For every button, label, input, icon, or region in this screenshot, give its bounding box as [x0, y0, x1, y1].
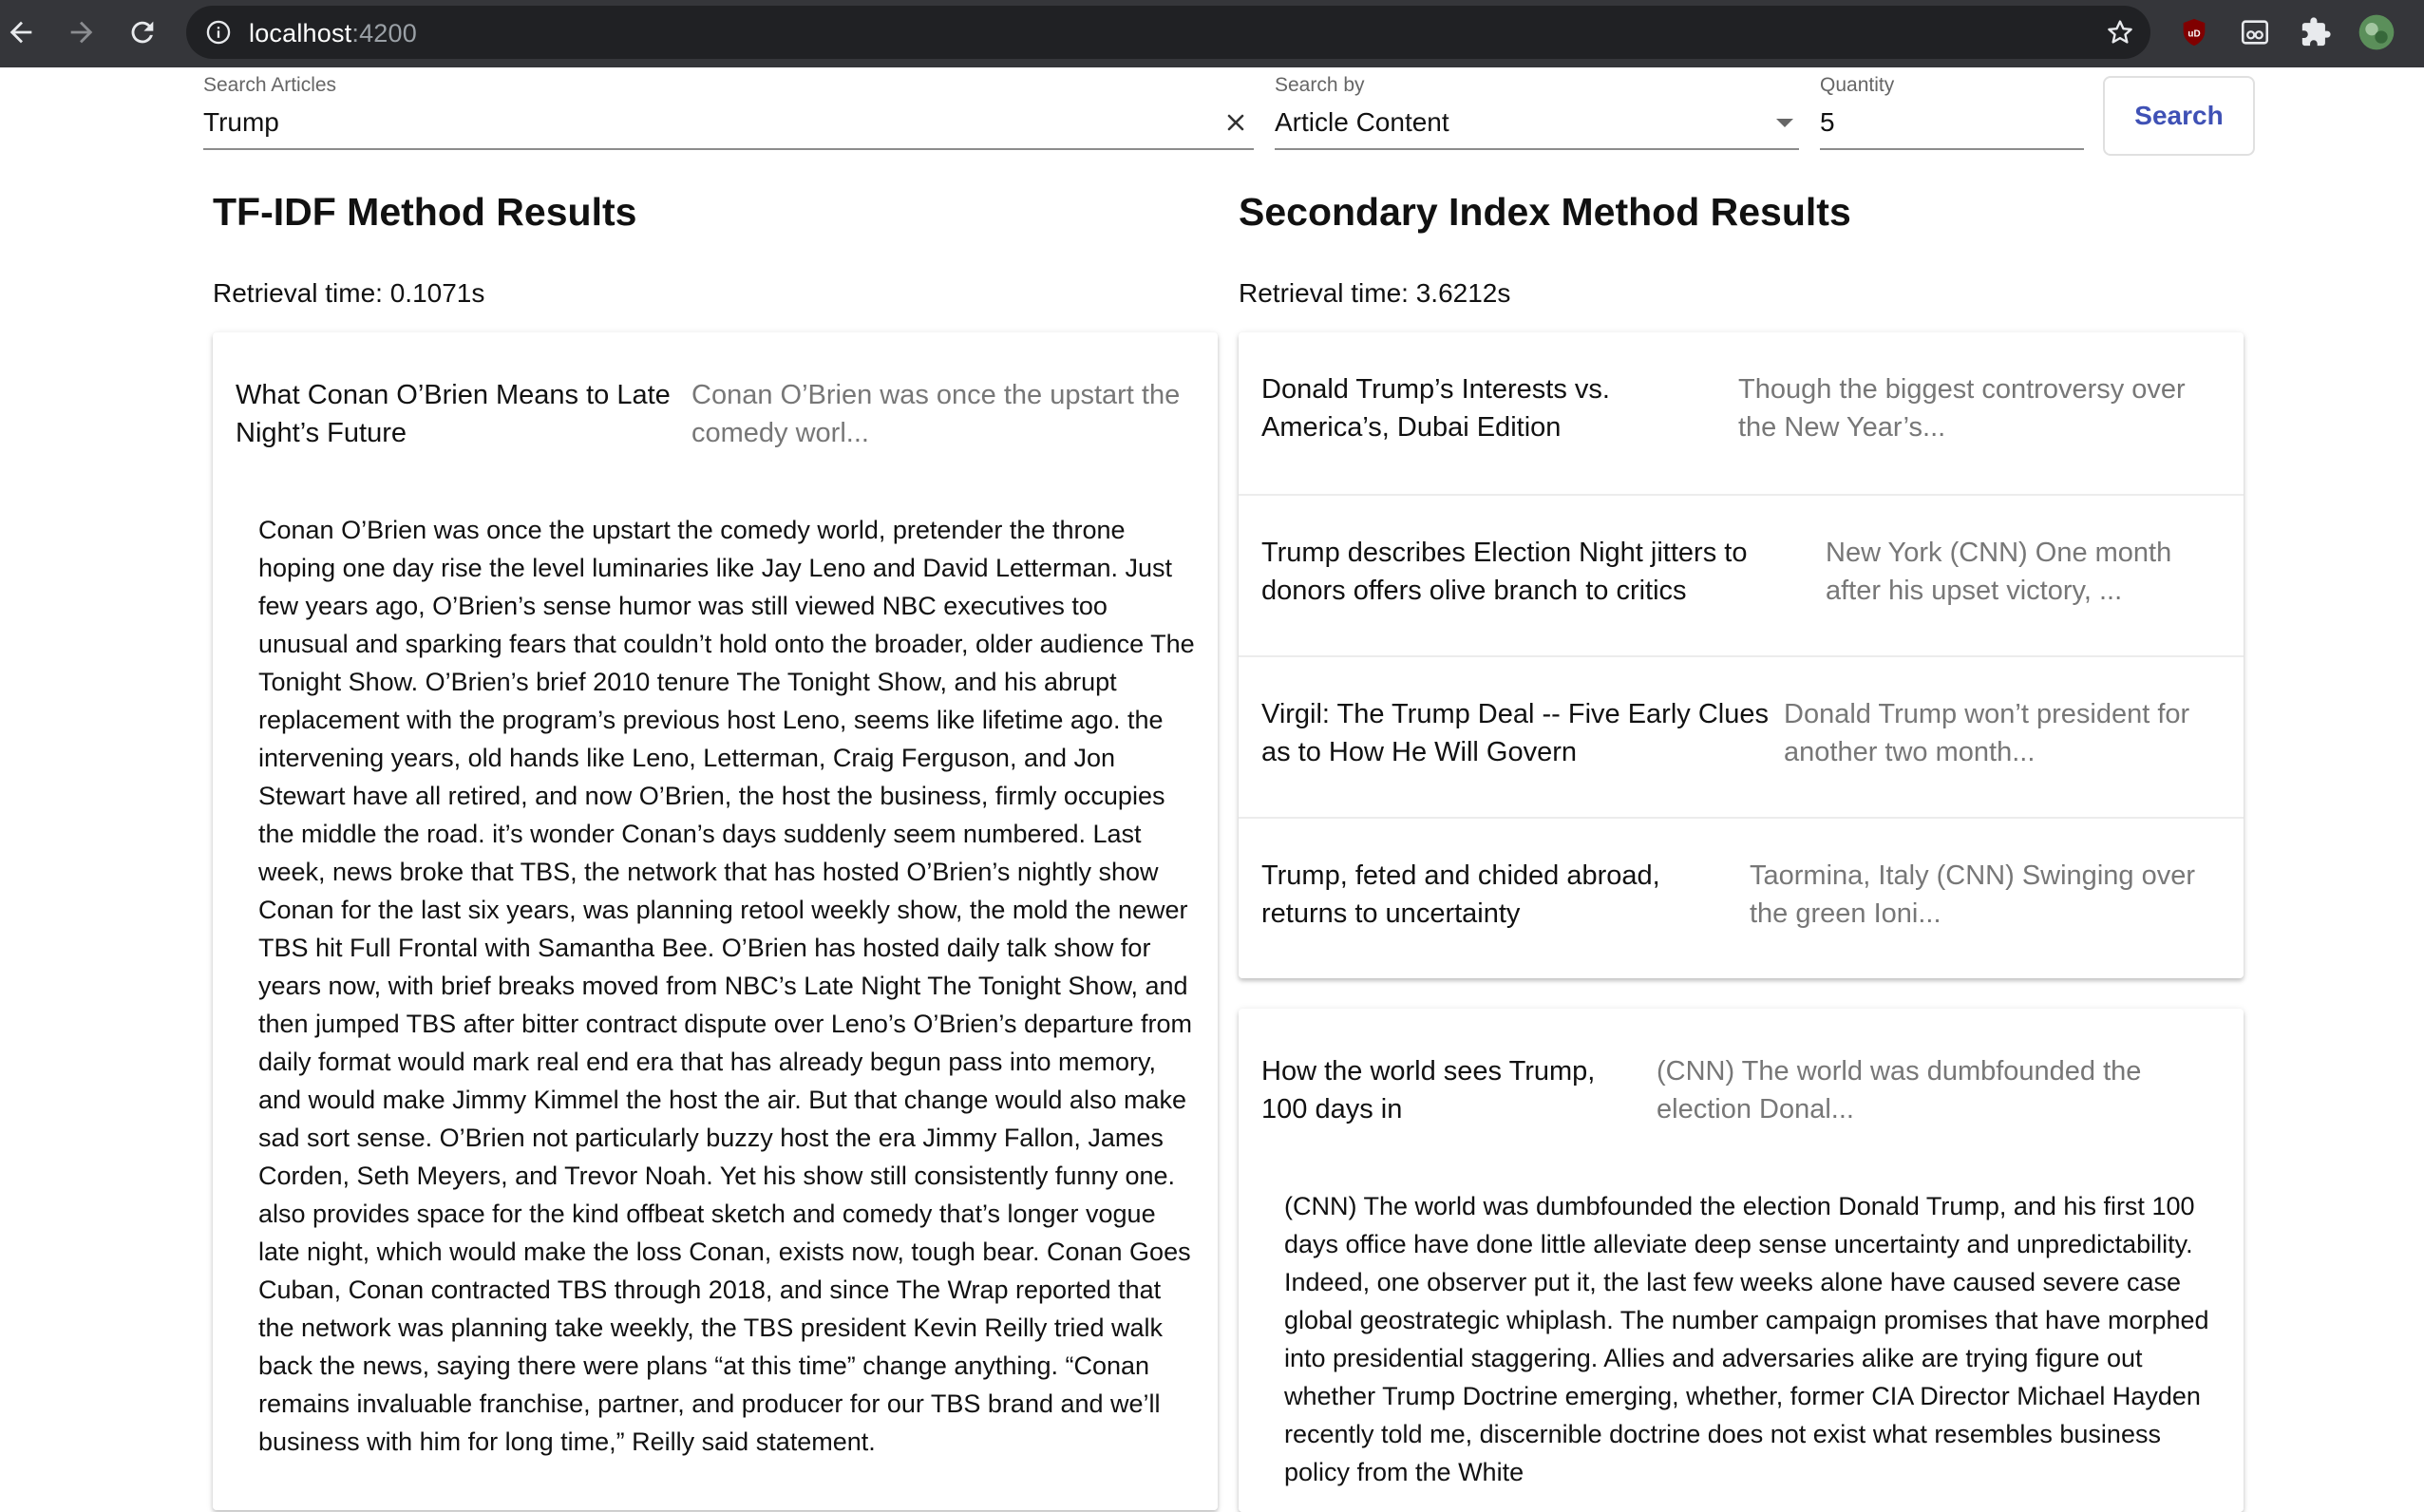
url-text: localhost:4200 [249, 19, 417, 48]
search-articles-field[interactable]: Search Articles Trump [203, 72, 1254, 150]
dropdown-arrow-icon[interactable] [1776, 119, 1793, 127]
list-item[interactable]: Donald Trump’s Interests vs. America’s, … [1239, 332, 2244, 494]
svg-text:uD: uD [2187, 28, 2200, 39]
forward-arrow-icon[interactable] [63, 13, 101, 51]
site-info-icon[interactable] [205, 19, 232, 46]
result-title: Trump, feted and chided abroad, returns … [1261, 860, 1660, 929]
browser-toolbar: localhost:4200 uD [0, 0, 2424, 67]
search-articles-input[interactable]: Trump [203, 107, 279, 138]
secondary-results-list: Donald Trump’s Interests vs. America’s, … [1239, 332, 2244, 978]
tfidf-result-panel: What Conan O’Brien Means to Late Night’s… [213, 332, 1218, 1510]
extensions-puzzle-icon[interactable] [2297, 13, 2335, 51]
bottom-fade [1239, 1484, 2244, 1512]
list-item[interactable]: How the world sees Trump, 100 days in (C… [1239, 1009, 2244, 1142]
search-button[interactable]: Search [2103, 76, 2255, 156]
result-title: Donald Trump’s Interests vs. America’s, … [1261, 374, 1610, 443]
tfidf-retrieval-time: Retrieval time: 0.1071s [213, 278, 485, 308]
address-bar[interactable]: localhost:4200 [186, 6, 2150, 59]
tfidf-result-snippet: Conan O’Brien was once the upstart the c… [691, 380, 1181, 448]
bookmark-star-icon[interactable] [2105, 17, 2135, 47]
back-arrow-icon[interactable] [2, 13, 40, 51]
bottom-fade [213, 1482, 1218, 1510]
ublock-extension-icon[interactable]: uD [2175, 13, 2213, 51]
search-by-value[interactable]: Article Content [1275, 107, 1449, 138]
reader-extension-icon[interactable] [2236, 13, 2274, 51]
search-by-label: Search by [1275, 74, 1365, 96]
reload-icon[interactable] [123, 13, 161, 51]
quantity-input[interactable]: 5 [1820, 107, 1835, 138]
list-item[interactable]: Virgil: The Trump Deal -- Five Early Clu… [1239, 655, 2244, 817]
result-body: (CNN) The world was dumbfounded the elec… [1284, 1192, 2209, 1486]
secondary-retrieval-time: Retrieval time: 3.6212s [1239, 278, 1511, 308]
search-articles-label: Search Articles [203, 74, 337, 96]
result-snippet: (CNN) The world was dumbfounded the elec… [1657, 1056, 2142, 1125]
tfidf-result-title: What Conan O’Brien Means to Late Night’s… [236, 380, 671, 448]
result-title: How the world sees Trump, 100 days in [1261, 1056, 1596, 1125]
profile-avatar[interactable] [2358, 13, 2396, 51]
quantity-underline [1820, 148, 2084, 150]
quantity-field[interactable]: Quantity 5 [1820, 72, 2084, 150]
url-host: localhost [249, 19, 352, 47]
list-item[interactable]: Trump describes Election Night jitters t… [1239, 494, 2244, 655]
search-articles-underline [203, 148, 1254, 150]
result-snippet: Taormina, Italy (CNN) Swinging over the … [1750, 860, 2195, 929]
list-item[interactable]: Trump, feted and chided abroad, returns … [1239, 817, 2244, 978]
quantity-label: Quantity [1820, 74, 1895, 96]
tfidf-results-title: TF-IDF Method Results [213, 190, 637, 234]
search-by-underline [1275, 148, 1799, 150]
result-snippet: New York (CNN) One month after his upset… [1826, 538, 2172, 606]
result-snippet: Though the biggest controversy over the … [1738, 374, 2186, 443]
result-title: Trump describes Election Night jitters t… [1261, 538, 1748, 606]
url-port: :4200 [351, 19, 417, 47]
result-snippet: Donald Trump won’t president for another… [1784, 699, 2190, 767]
search-by-select[interactable]: Search by Article Content [1275, 72, 1799, 150]
tfidf-result-body: Conan O’Brien was once the upstart the c… [258, 516, 1195, 1456]
tfidf-result-header[interactable]: What Conan O’Brien Means to Late Night’s… [213, 332, 1218, 465]
secondary-expanded-result: How the world sees Trump, 100 days in (C… [1239, 1009, 2244, 1512]
result-title: Virgil: The Trump Deal -- Five Early Clu… [1261, 699, 1769, 767]
secondary-results-title: Secondary Index Method Results [1239, 190, 1851, 234]
clear-icon[interactable] [1221, 108, 1250, 137]
